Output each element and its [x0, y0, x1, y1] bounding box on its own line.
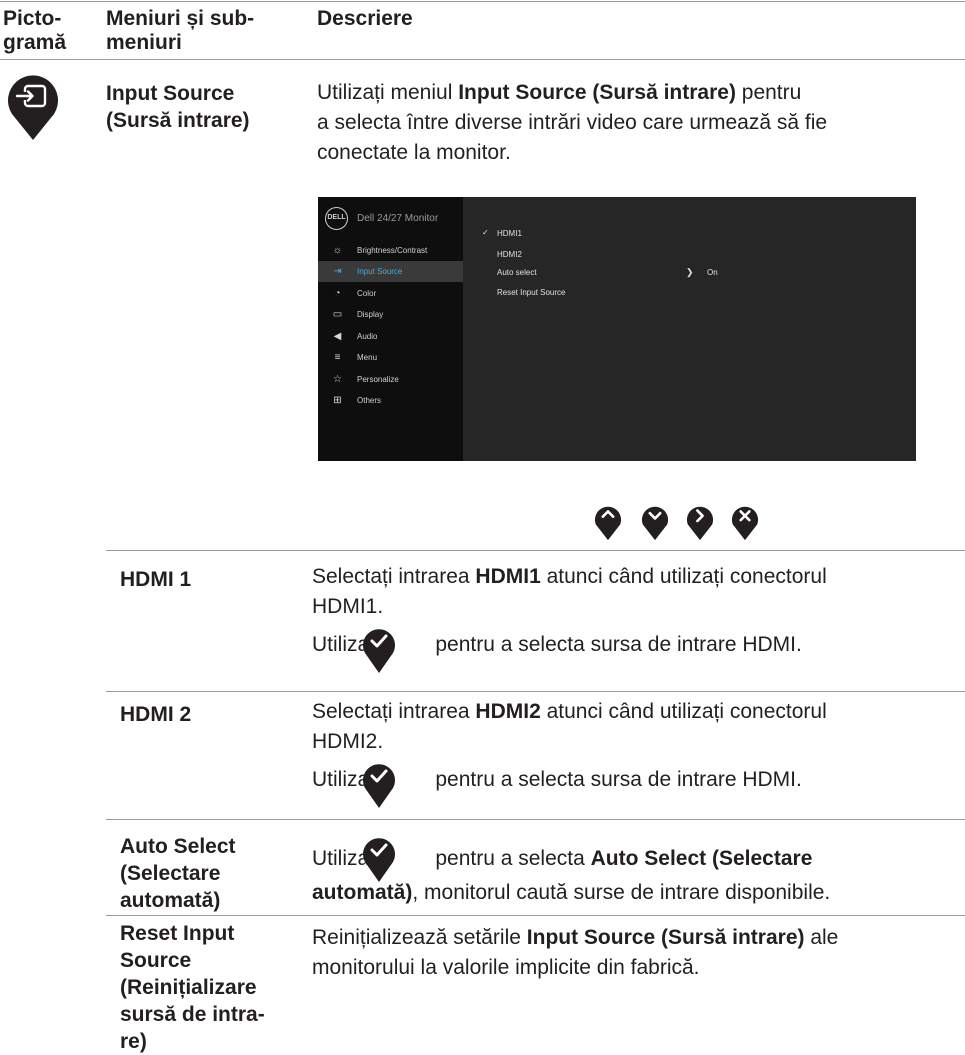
osd-option-hdmi1[interactable]: HDMI1 [497, 229, 522, 238]
reset-title-line5: re) [120, 1030, 147, 1053]
osd-menu-label: Others [357, 396, 382, 405]
osd-menu-label: Color [357, 289, 377, 298]
dell-logo: DELL [325, 207, 348, 230]
auto-select-line2: automată), monitorul caută surse de intr… [312, 881, 831, 904]
rule-after-osd [106, 550, 965, 551]
osd-menu-label: Brightness/Contrast [357, 246, 428, 255]
osd-menu-item-audio[interactable]: ◀ Audio [318, 326, 463, 347]
personalize-icon: ☆ [333, 374, 342, 385]
header-menus-line2: meniuri [106, 31, 182, 54]
input-source-title-line1: Input Source [106, 82, 235, 105]
close-icon[interactable] [728, 501, 762, 541]
reset-line2: monitorului la valorile implicite din fa… [312, 956, 700, 979]
hdmi1-line2: HDMI1. [312, 595, 384, 618]
check-button-icon [363, 629, 395, 673]
rule-after-hdmi2 [106, 819, 965, 820]
auto-select-line1: Utilizați pentru a selecta Auto Select (… [312, 847, 813, 870]
reset-input-source-description: Reinițializează setările Input Source (S… [312, 923, 962, 983]
auto-select-description: Utilizați pentru a selecta Auto Select (… [312, 844, 962, 908]
osd-auto-select-value: On [707, 268, 718, 277]
up-icon[interactable] [591, 501, 625, 541]
osd-menu-label: Audio [357, 332, 378, 341]
hdmi2-line3: Utilizați pentru a selecta sursa de intr… [312, 768, 802, 791]
osd-screenshot: DELL Dell 24/27 Monitor ☼ Brightness/Cont… [318, 197, 916, 461]
input-source-description: Utilizați meniul Input Source (Sursă int… [317, 78, 957, 168]
intro-line1: Utilizați meniul Input Source (Sursă int… [317, 81, 802, 104]
input-source-pictogram-icon [8, 75, 59, 140]
rule-after-auto-select [106, 915, 965, 916]
hdmi1-description: Selectați intrarea HDMI1 atunci când uti… [312, 562, 962, 660]
intro-line3: conectate la monitor. [317, 141, 511, 164]
color-icon: ◔ [334, 288, 341, 299]
right-icon[interactable] [683, 501, 717, 541]
check-button-icon [363, 764, 395, 808]
others-icon: ⊞ [333, 395, 342, 406]
check-button-icon [363, 838, 395, 882]
header-menus-line1: Meniuri și sub- [106, 7, 255, 30]
osd-option-auto-select[interactable]: Auto select [497, 268, 537, 277]
header-description: Descriere [317, 7, 413, 30]
osd-menu-item-others[interactable]: ⊞ Others [318, 390, 463, 411]
osd-title: Dell 24/27 Monitor [357, 213, 439, 224]
hdmi2-description: Selectați intrarea HDMI2 atunci când uti… [312, 697, 962, 795]
reset-title-line4: sursă de intra- [120, 1003, 265, 1026]
osd-sidebar: DELL Dell 24/27 Monitor ☼ Brightness/Cont… [318, 197, 463, 461]
intro-line2: a selecta între diverse intrări video ca… [317, 111, 828, 134]
osd-menu-label: Menu [357, 353, 378, 362]
rule-after-hdmi1 [106, 691, 965, 692]
osd-menu-item-display[interactable]: ▭ Display [318, 304, 463, 325]
header-menus: Meniuri și sub- meniuri [106, 7, 254, 55]
header-pictogram-line1: Picto- [3, 7, 62, 30]
input-source-title: Input Source (Sursă intrare) [106, 80, 250, 134]
input-source-icon: ⇥ [333, 266, 342, 277]
auto-select-title-line2: (Selectare [120, 862, 221, 885]
header-pictogram: Picto- gramă [3, 7, 66, 55]
osd-option-reset[interactable]: Reset Input Source [497, 288, 565, 297]
osd-chevron-right-icon: ❯ [686, 267, 694, 277]
reset-line1: Reinițializează setările Input Source (S… [312, 926, 839, 949]
top-rule [0, 1, 965, 2]
input-source-title-line2: (Sursă intrare) [106, 109, 250, 132]
auto-select-title-line3: automată) [120, 889, 221, 912]
osd-menu-item-personalize[interactable]: ☆ Personalize [318, 369, 463, 390]
osd-option-hdmi2[interactable]: HDMI2 [497, 250, 522, 259]
auto-select-title: Auto Select (Selectare automată) [120, 833, 236, 914]
reset-title-line2: Source [120, 949, 192, 972]
osd-menu-item-color[interactable]: ◔ Color [318, 283, 463, 304]
hdmi2-line2: HDMI2. [312, 730, 384, 753]
hdmi1-line3: Utilizați pentru a selecta sursa de intr… [312, 633, 802, 656]
osd-menu-item-input-source[interactable]: ⇥ Input Source [318, 261, 463, 282]
hdmi2-line1: Selectați intrarea HDMI2 atunci când uti… [312, 700, 827, 723]
osd-menu-item-menu[interactable]: ≡ Menu [318, 347, 463, 368]
osd-menu-label: Display [357, 310, 384, 319]
header-rule [0, 59, 965, 60]
reset-input-source-title: Reset Input Source (Reinițializare sursă… [120, 920, 265, 1055]
header-pictogram-line2: gramă [3, 31, 67, 54]
osd-menu-label: Input Source [357, 267, 403, 276]
osd-check-icon: ✓ [482, 228, 489, 237]
menu-icon: ≡ [334, 352, 341, 363]
osd-menu-item-brightness-contrast[interactable]: ☼ Brightness/Contrast [318, 240, 463, 261]
down-icon[interactable] [638, 501, 672, 541]
osd-menu-label: Personalize [357, 375, 399, 384]
brightness-icon: ☼ [332, 245, 343, 256]
reset-title-line3: (Reinițializare [120, 976, 257, 999]
hdmi1-title: HDMI 1 [120, 568, 192, 591]
reset-title-line1: Reset Input [120, 922, 235, 945]
display-icon: ▭ [332, 309, 343, 320]
audio-icon: ◀ [333, 331, 342, 342]
hdmi2-title: HDMI 2 [120, 703, 192, 726]
hdmi1-line1: Selectați intrarea HDMI1 atunci când uti… [312, 565, 827, 588]
auto-select-title-line1: Auto Select [120, 835, 236, 858]
